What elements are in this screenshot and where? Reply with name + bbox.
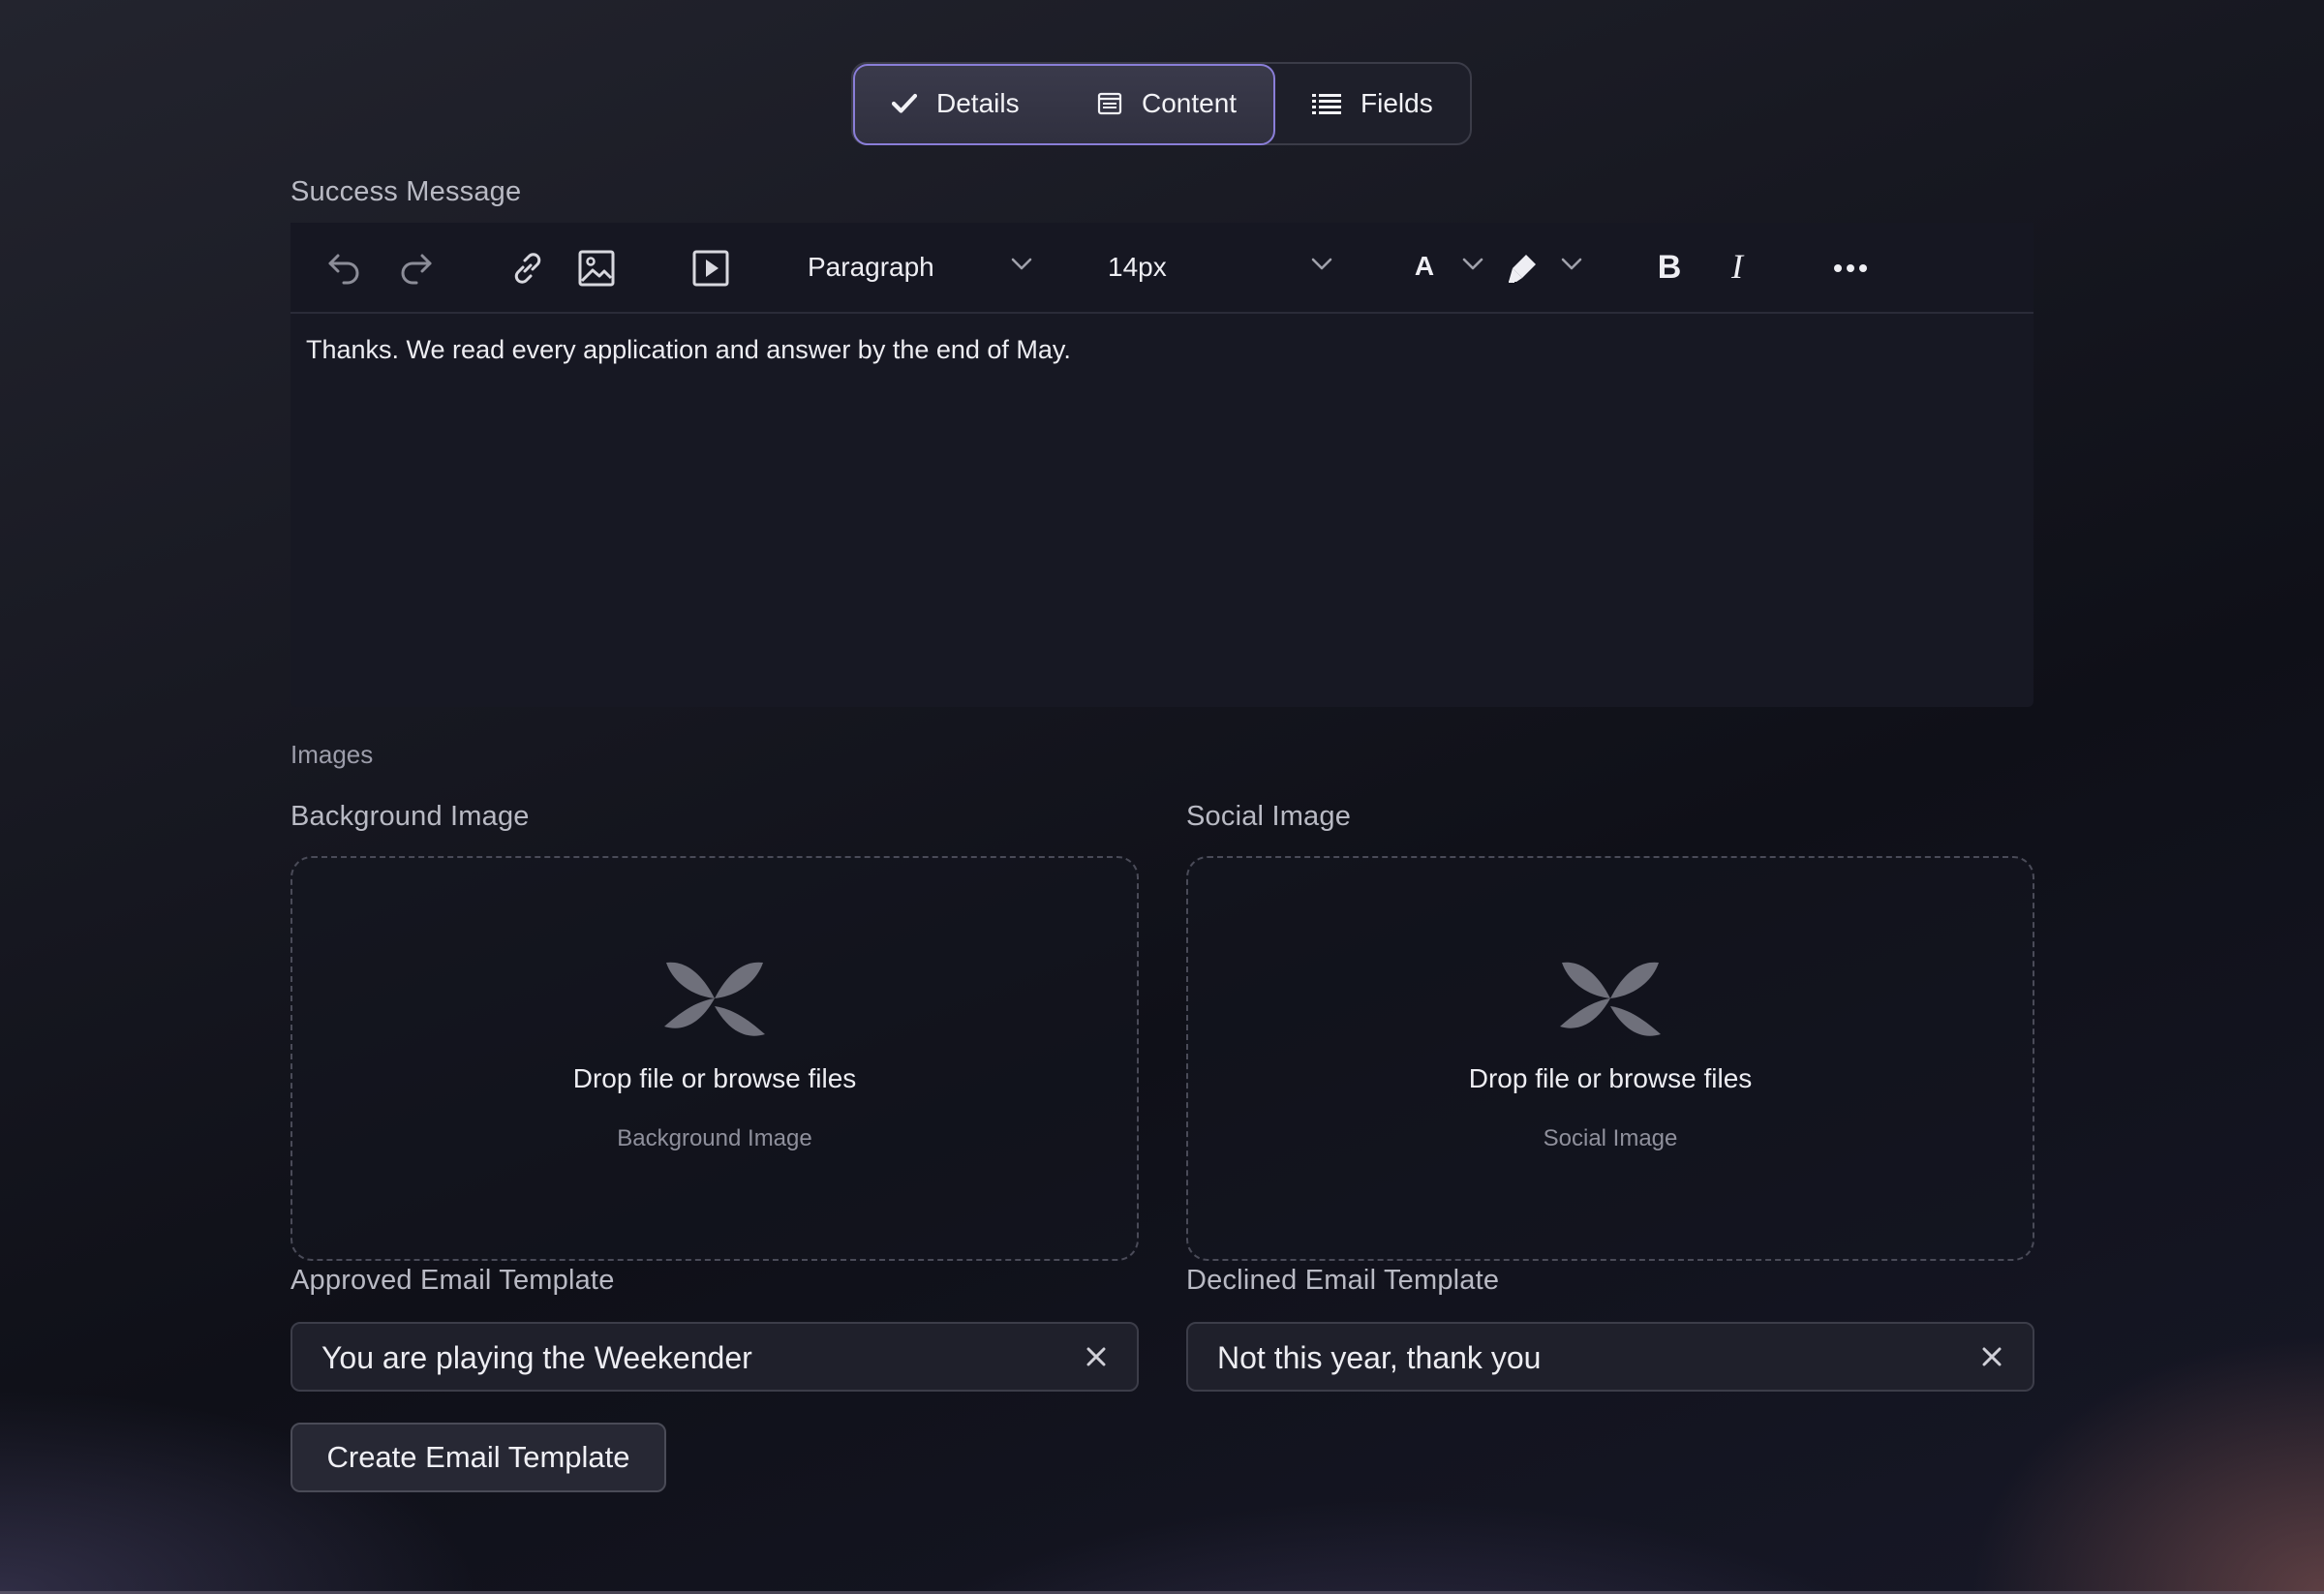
chevron-down-icon[interactable] [1310,256,1333,276]
approved-template-label: Approved Email Template [290,1265,615,1296]
content-icon [1097,92,1122,115]
font-size-dropdown[interactable]: 14px [1108,252,1167,283]
close-icon [1982,1347,2002,1366]
link-icon [514,253,541,284]
close-icon [1086,1347,1106,1366]
approved-template-select[interactable]: You are playing the Weekender [290,1322,1139,1392]
video-icon [692,250,729,287]
create-email-template-button[interactable]: Create Email Template [290,1423,666,1492]
highlight-button[interactable] [1500,246,1544,291]
editor-toolbar: Paragraph 14px A B I [290,223,2034,314]
declined-template-label: Declined Email Template [1186,1265,1500,1296]
redo-button[interactable] [393,246,438,291]
clear-declined-template-button[interactable] [1980,1345,2003,1373]
images-section-label: Images [290,740,374,769]
tab-content[interactable]: Content [1097,64,1237,143]
social-image-dropzone[interactable]: Drop file or browse files Social Image [1186,856,2034,1261]
social-image-label: Social Image [1186,801,1352,832]
clear-approved-template-button[interactable] [1085,1345,1108,1373]
text-color-button[interactable]: A [1402,244,1447,289]
success-message-label: Success Message [290,176,522,207]
declined-template-select[interactable]: Not this year, thank you [1186,1322,2034,1392]
background-image-label: Background Image [290,801,530,832]
tab-fields-label: Fields [1361,88,1433,118]
redo-icon [401,254,432,285]
upload-placeholder-icon [664,962,765,1036]
dropzone-subtitle: Social Image [1543,1125,1678,1151]
more-icon [1834,264,1867,272]
bold-button[interactable]: B [1647,245,1692,290]
insert-image-button[interactable] [574,246,619,291]
insert-link-button[interactable] [505,246,550,291]
dropzone-title: Drop file or browse files [1468,1063,1753,1093]
highlighter-icon [1509,255,1536,283]
undo-icon [328,254,359,285]
insert-video-button[interactable] [688,246,733,291]
approved-template-value: You are playing the Weekender [321,1340,752,1375]
more-options-button[interactable] [1828,246,1873,291]
image-icon [578,250,615,287]
italic-button[interactable]: I [1715,244,1759,289]
editor-content[interactable]: Thanks. We read every application and an… [306,335,1071,365]
declined-template-value: Not this year, thank you [1217,1340,1542,1375]
tab-details[interactable]: Details [892,64,1020,143]
tab-details-label: Details [936,88,1020,118]
block-format-dropdown[interactable]: Paragraph [808,252,934,283]
tab-content-label: Content [1142,88,1238,118]
upload-placeholder-icon [1560,962,1661,1036]
tab-bar: Details Content Fields [851,62,1472,145]
check-icon [892,93,917,113]
list-icon [1312,94,1341,114]
background-image-dropzone[interactable]: Drop file or browse files Background Ima… [290,856,1139,1261]
chevron-down-icon[interactable] [1560,256,1583,276]
dropzone-subtitle: Background Image [617,1125,812,1151]
undo-button[interactable] [322,246,367,291]
chevron-down-icon[interactable] [1010,256,1033,276]
dropzone-title: Drop file or browse files [572,1063,857,1093]
chevron-down-icon[interactable] [1461,256,1484,276]
tab-fields[interactable]: Fields [1312,64,1433,143]
rich-text-editor: Paragraph 14px A B I Thanks. We read eve… [290,223,2034,707]
